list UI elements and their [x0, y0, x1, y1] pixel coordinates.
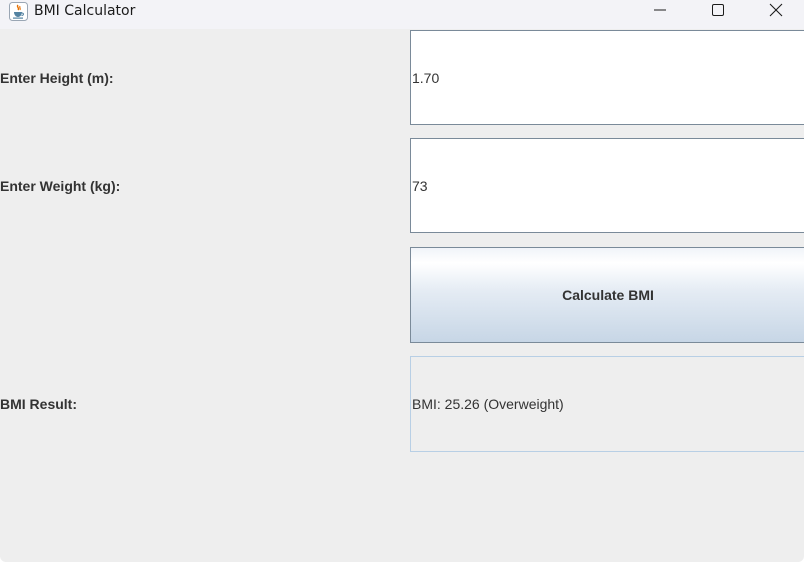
close-icon — [769, 0, 783, 21]
calculate-bmi-button[interactable]: Calculate BMI — [410, 247, 804, 343]
maximize-icon — [711, 0, 725, 21]
close-button[interactable] — [747, 0, 804, 29]
bmi-calculator-window: BMI Calculator Enter Height (m): 1.70 En… — [0, 0, 804, 562]
weight-label: Enter Weight (kg): — [0, 178, 121, 194]
java-coffee-cup-icon — [9, 2, 28, 21]
bmi-result-label: BMI Result: — [0, 396, 77, 412]
bmi-result-value: BMI: 25.26 (Overweight) — [412, 396, 564, 412]
title-bar[interactable]: BMI Calculator — [0, 0, 804, 29]
weight-input[interactable] — [410, 138, 804, 233]
maximize-button[interactable] — [689, 0, 747, 29]
height-input[interactable] — [410, 30, 804, 125]
minimize-button[interactable] — [631, 0, 689, 29]
window-title: BMI Calculator — [34, 3, 136, 19]
minimize-icon — [653, 0, 667, 21]
height-label: Enter Height (m): — [0, 70, 114, 86]
